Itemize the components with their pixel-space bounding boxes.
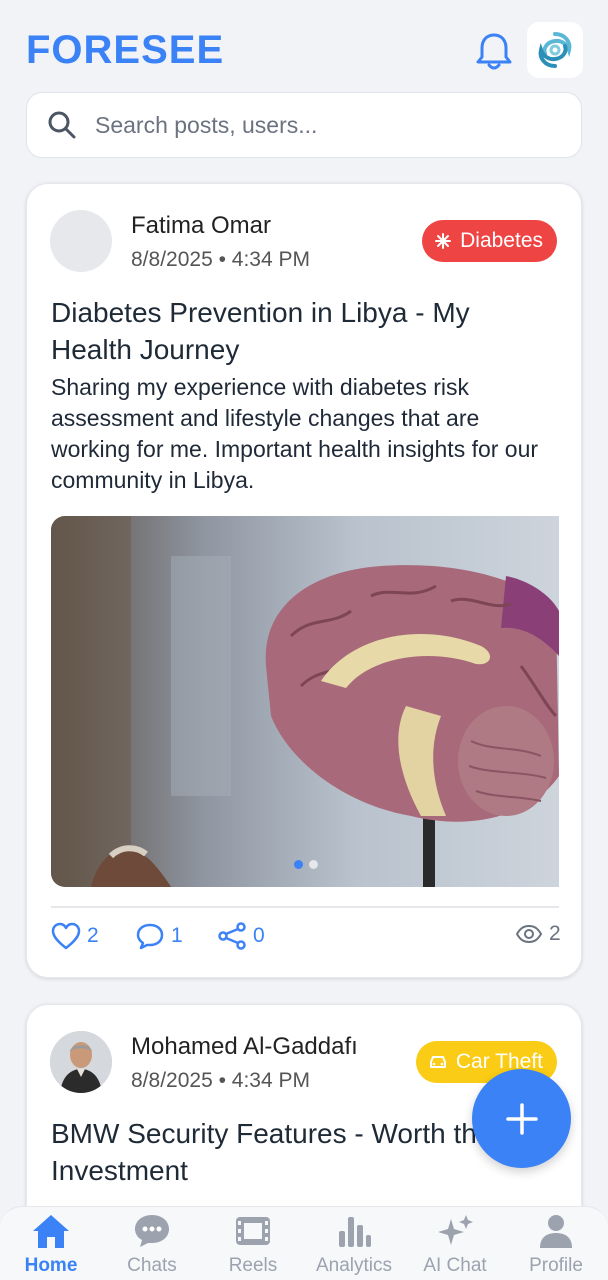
post-title[interactable]: Diabetes Prevention in Libya - My Health… (51, 294, 551, 368)
film-icon (236, 1217, 270, 1245)
app-header: FORESEE (0, 0, 608, 92)
nav-ai-chat[interactable]: AI Chat (405, 1213, 505, 1280)
nav-label: Home (24, 1255, 78, 1276)
carousel-dot-active[interactable] (294, 860, 303, 869)
share-button[interactable]: 0 (217, 922, 265, 950)
nav-profile[interactable]: Profile (506, 1213, 606, 1280)
carousel-dots[interactable] (294, 860, 318, 869)
heart-icon (51, 922, 81, 950)
view-count: 2 (549, 922, 561, 945)
post-card[interactable]: Fatima Omar 8/8/2025 • 4:34 PM Diabetes … (26, 183, 582, 978)
post-author[interactable]: Mohamed Al-Gaddafı (131, 1033, 358, 1061)
post-body: Sharing my experience with diabetes risk… (51, 374, 539, 493)
bottom-nav: Home Chats Reels Analytics AI Chat Profi… (0, 1206, 608, 1280)
avatar[interactable] (50, 210, 112, 272)
nav-label: Reels (228, 1255, 278, 1276)
nav-analytics[interactable]: Analytics (304, 1213, 404, 1280)
post-image[interactable] (51, 516, 559, 887)
category-label: Diabetes (460, 229, 543, 252)
post-time: 4:34 PM (231, 1069, 310, 1092)
search-icon (48, 111, 76, 139)
nav-home[interactable]: Home (1, 1213, 101, 1280)
nav-reels[interactable]: Reels (203, 1213, 303, 1280)
nav-label: AI Chat (423, 1255, 487, 1276)
swirl-logo-icon[interactable] (527, 22, 583, 78)
like-button[interactable]: 2 (51, 922, 99, 950)
share-icon (218, 922, 246, 950)
user-icon (540, 1215, 572, 1248)
post-datetime: 8/8/2025 • 4:34 PM (131, 1069, 310, 1092)
plus-icon (505, 1102, 538, 1135)
post-date: 8/8/2025 (131, 248, 213, 271)
sparkles-icon (438, 1215, 473, 1245)
post-author[interactable]: Fatima Omar (131, 212, 271, 240)
post-time: 4:34 PM (231, 248, 310, 271)
carousel-dot[interactable] (309, 860, 318, 869)
app-title: FORESEE (26, 28, 225, 72)
eye-icon (515, 924, 543, 944)
search-bar[interactable] (26, 92, 582, 158)
category-badge[interactable]: Diabetes (422, 220, 557, 262)
create-post-button[interactable] (472, 1069, 571, 1168)
post-date: 8/8/2025 (131, 1069, 213, 1092)
avatar[interactable] (50, 1031, 112, 1093)
asterisk-icon (435, 233, 452, 249)
comment-icon (136, 923, 164, 950)
nav-label: Profile (529, 1255, 583, 1276)
nav-label: Analytics (315, 1255, 393, 1276)
car-icon (429, 1056, 446, 1068)
search-input[interactable] (95, 111, 535, 139)
like-count: 2 (87, 924, 99, 947)
post-datetime: 8/8/2025 • 4:34 PM (131, 248, 310, 271)
share-count: 0 (253, 924, 265, 947)
chat-bubble-icon (135, 1215, 169, 1247)
nav-label: Chats (127, 1255, 177, 1276)
bar-chart-icon (339, 1217, 371, 1247)
comment-count: 1 (171, 924, 183, 947)
nav-chats[interactable]: Chats (102, 1213, 202, 1280)
bell-icon[interactable] (474, 30, 514, 72)
view-count-display: 2 (515, 922, 561, 946)
divider (51, 906, 559, 908)
home-icon (33, 1215, 69, 1248)
comment-button[interactable]: 1 (135, 922, 183, 950)
